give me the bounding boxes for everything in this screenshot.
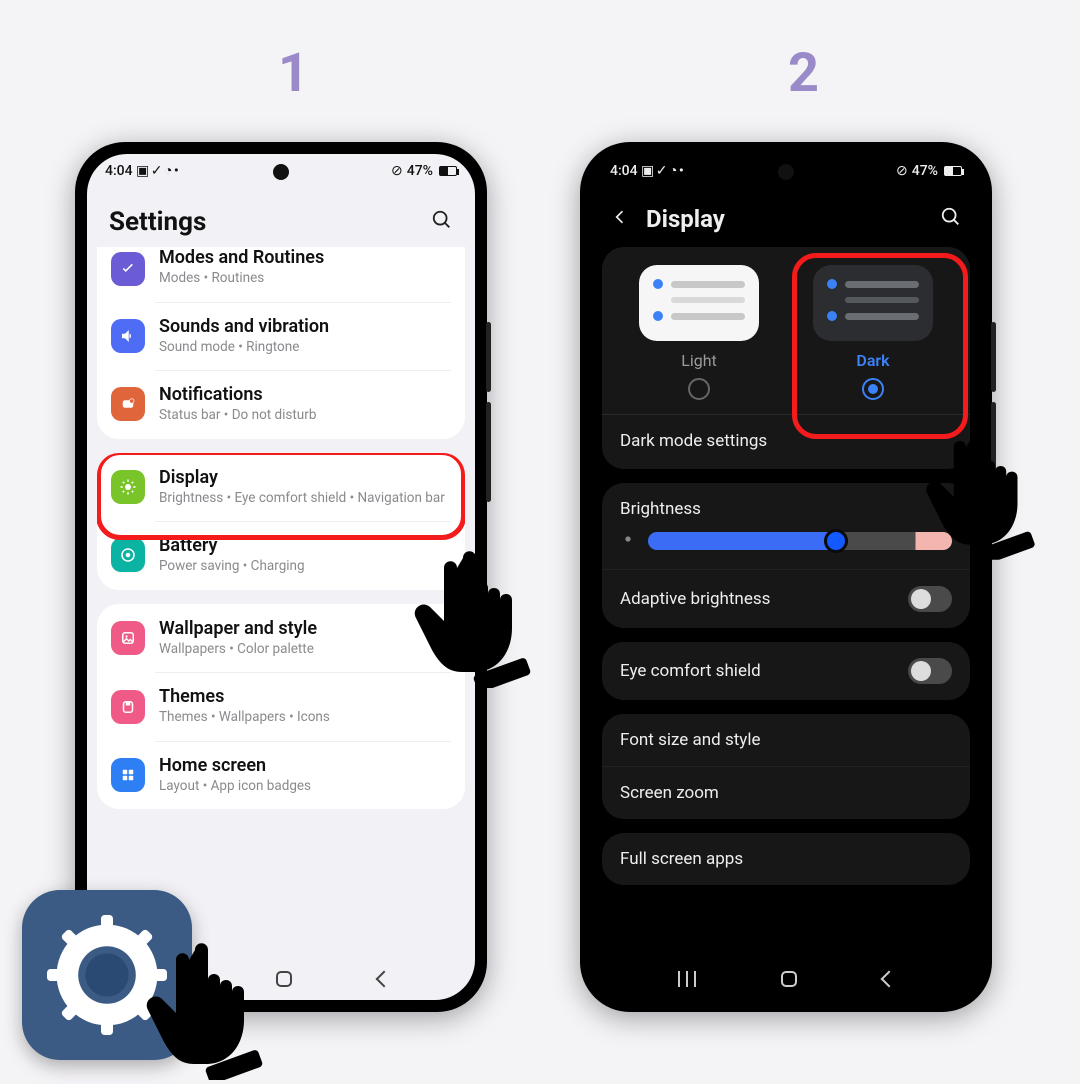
status-time: 4:04 ▣ ✓ ◔ • bbox=[105, 162, 178, 179]
nav-back[interactable] bbox=[375, 971, 392, 988]
home-icon bbox=[111, 758, 145, 792]
toggle-eye-comfort[interactable] bbox=[908, 658, 952, 684]
nav-back[interactable] bbox=[880, 971, 897, 988]
display-icon bbox=[111, 470, 145, 504]
tap-pointer-display bbox=[408, 518, 568, 688]
mode-option-light[interactable]: Light bbox=[620, 265, 778, 400]
row-title: Notifications bbox=[159, 384, 451, 405]
theme-mode-card: Light Dark Dark mode settings bbox=[602, 247, 970, 469]
mode-label-dark: Dark bbox=[794, 351, 952, 370]
toggle-adaptive[interactable] bbox=[908, 586, 952, 612]
row-adaptive-brightness[interactable]: Adaptive brightness bbox=[602, 569, 970, 628]
row-subtitle: Themes • Wallpapers • Icons bbox=[159, 709, 451, 727]
check-icon bbox=[111, 252, 145, 286]
step-number-1: 1 bbox=[278, 42, 309, 105]
front-camera bbox=[273, 164, 289, 180]
screen-display-settings: 4:04 ▣ ✓ ◔ • ⊘47% Display Light bbox=[592, 154, 980, 1000]
row-dark-mode-settings[interactable]: Dark mode settings bbox=[602, 414, 970, 469]
row-subtitle: Brightness • Eye comfort shield • Naviga… bbox=[159, 490, 451, 508]
tap-pointer-dark bbox=[920, 400, 1070, 560]
brightness-label: Brightness bbox=[602, 483, 970, 527]
row-font-size[interactable]: Font size and style bbox=[602, 714, 970, 766]
mode-label-light: Light bbox=[620, 351, 778, 370]
slider-track[interactable] bbox=[648, 532, 952, 550]
row-label: Eye comfort shield bbox=[620, 661, 761, 681]
row-screen-zoom[interactable]: Screen zoom bbox=[602, 766, 970, 819]
row-display[interactable]: Display Brightness • Eye comfort shield •… bbox=[97, 453, 465, 522]
phone-frame-2: 4:04 ▣ ✓ ◔ • ⊘47% Display Light bbox=[580, 142, 992, 1012]
nav-home[interactable] bbox=[781, 971, 797, 987]
row-label: Adaptive brightness bbox=[620, 589, 770, 609]
status-time: 4:04 ▣ ✓ ◔ • bbox=[610, 162, 683, 179]
row-home-screen[interactable]: Home screen Layout • App icon badges bbox=[97, 741, 465, 810]
settings-header: Settings bbox=[87, 183, 475, 247]
sun-icon bbox=[620, 531, 636, 551]
search-icon[interactable] bbox=[431, 209, 453, 235]
search-icon[interactable] bbox=[940, 206, 962, 232]
row-title: Modes and Routines bbox=[159, 247, 451, 268]
page-title: Settings bbox=[109, 207, 206, 237]
page-title: Display bbox=[646, 205, 725, 233]
light-preview-icon bbox=[639, 265, 759, 341]
brightness-card: Brightness Adaptive brightness bbox=[602, 483, 970, 628]
display-header: Display bbox=[592, 183, 980, 247]
back-icon[interactable] bbox=[610, 207, 630, 231]
volume-button bbox=[991, 322, 996, 392]
volume-button bbox=[486, 322, 491, 392]
themes-icon bbox=[111, 690, 145, 724]
settings-group-1: Modes and Routines Modes • Routines Sound… bbox=[97, 247, 465, 439]
radio-dark[interactable] bbox=[862, 378, 884, 400]
row-title: Themes bbox=[159, 686, 451, 707]
row-title: Home screen bbox=[159, 755, 451, 776]
nav-bar bbox=[592, 958, 980, 1000]
nav-recent[interactable] bbox=[678, 971, 696, 987]
row-sounds[interactable]: Sounds and vibration Sound mode • Rington… bbox=[97, 302, 465, 371]
step-number-2: 2 bbox=[788, 42, 819, 105]
mode-option-dark[interactable]: Dark bbox=[794, 265, 952, 400]
brightness-slider[interactable] bbox=[602, 527, 970, 569]
power-button bbox=[486, 402, 491, 502]
row-subtitle: Modes • Routines bbox=[159, 270, 451, 288]
battery-icon bbox=[111, 538, 145, 572]
row-eye-comfort[interactable]: Eye comfort shield bbox=[602, 642, 970, 700]
sound-icon bbox=[111, 319, 145, 353]
wallpaper-icon bbox=[111, 621, 145, 655]
row-notifications[interactable]: Notifications Status bar • Do not disturb bbox=[97, 370, 465, 439]
dark-preview-icon bbox=[813, 265, 933, 341]
row-subtitle: Layout • App icon badges bbox=[159, 778, 451, 796]
row-title: Display bbox=[159, 467, 451, 488]
tap-pointer-settings-icon bbox=[140, 910, 300, 1080]
row-subtitle: Status bar • Do not disturb bbox=[159, 407, 451, 425]
slider-thumb[interactable] bbox=[824, 529, 848, 553]
row-modes-routines[interactable]: Modes and Routines Modes • Routines bbox=[97, 247, 465, 302]
radio-light[interactable] bbox=[688, 378, 710, 400]
font-zoom-card: Font size and style Screen zoom bbox=[602, 714, 970, 819]
row-title: Sounds and vibration bbox=[159, 316, 451, 337]
notification-icon bbox=[111, 387, 145, 421]
status-right: ⊘47% bbox=[896, 163, 962, 179]
status-right: ⊘47% bbox=[391, 163, 457, 179]
eye-comfort-card: Eye comfort shield bbox=[602, 642, 970, 700]
row-full-screen-apps[interactable]: Full screen apps bbox=[602, 833, 970, 885]
front-camera bbox=[778, 164, 794, 180]
row-subtitle: Sound mode • Ringtone bbox=[159, 339, 451, 357]
fullscreen-card: Full screen apps bbox=[602, 833, 970, 885]
